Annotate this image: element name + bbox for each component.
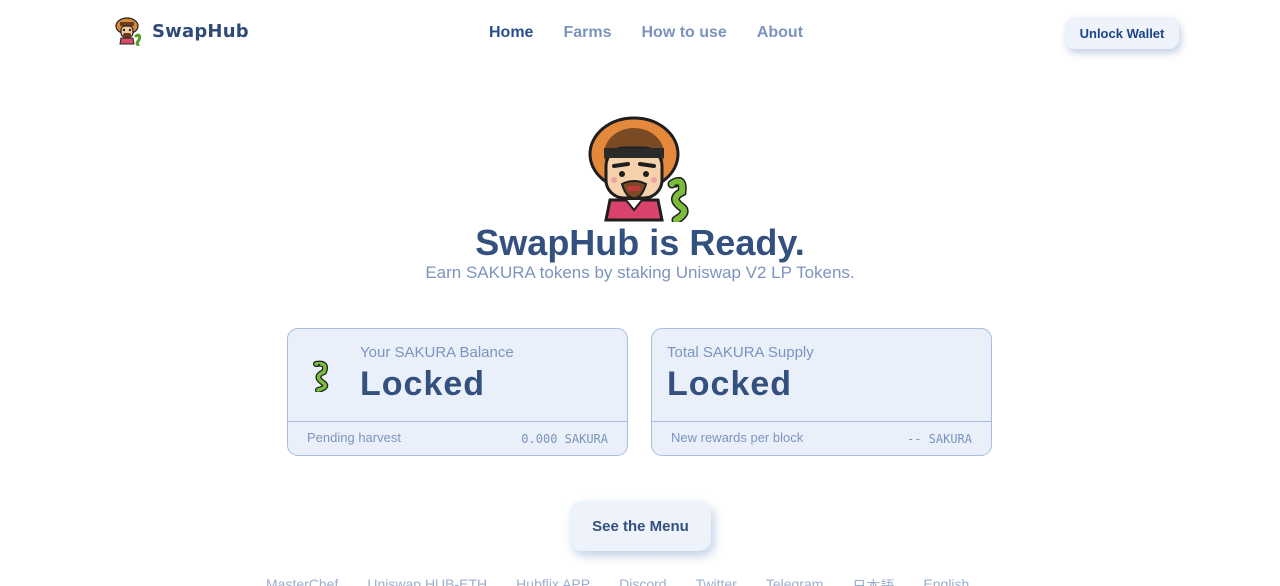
footer-link-japanese[interactable]: 日本語 <box>852 576 894 586</box>
card-main-area: Total SAKURA Supply Locked <box>652 329 991 422</box>
nav-farms[interactable]: Farms <box>563 24 611 42</box>
hero-subtitle: Earn SAKURA tokens by staking Uniswap V2… <box>425 263 855 282</box>
footer-links: MasterChef Uniswap HUB-ETH Hubflix APP D… <box>266 576 969 586</box>
balance-value: Locked <box>360 365 486 403</box>
pending-harvest-label: Pending harvest <box>307 430 401 445</box>
footer-link-uniswap[interactable]: Uniswap HUB-ETH <box>367 576 487 586</box>
brand-name: SwapHub <box>152 20 249 42</box>
card-main-area: Your SAKURA Balance Locked <box>288 329 627 422</box>
nav-how-to-use[interactable]: How to use <box>641 24 726 42</box>
hero-mascot-illustration <box>588 116 689 222</box>
nav-home[interactable]: Home <box>489 24 533 42</box>
nav-about[interactable]: About <box>757 24 803 42</box>
footer-link-telegram[interactable]: Telegram <box>766 576 824 586</box>
sakura-supply-card: Total SAKURA Supply Locked New rewards p… <box>651 328 992 456</box>
balance-label: Your SAKURA Balance <box>360 344 514 361</box>
pending-harvest-value: 0.000 SAKURA <box>521 432 608 446</box>
snake-icon <box>313 360 329 392</box>
footer-link-twitter[interactable]: Twitter <box>696 576 737 586</box>
rewards-per-block-label: New rewards per block <box>671 430 804 445</box>
supply-label: Total SAKURA Supply <box>667 344 814 361</box>
sakura-balance-card: Your SAKURA Balance Locked Pending harve… <box>287 328 628 456</box>
footer-link-hubflix[interactable]: Hubflix APP <box>516 576 590 586</box>
mascot-logo-icon <box>115 17 142 46</box>
footer-link-masterchef[interactable]: MasterChef <box>266 576 338 586</box>
supply-value: Locked <box>667 365 793 403</box>
see-the-menu-button[interactable]: See the Menu <box>570 501 711 551</box>
top-navigation-bar: SwapHub Home Farms How to use About Unlo… <box>0 0 1280 66</box>
unlock-wallet-button[interactable]: Unlock Wallet <box>1065 17 1179 49</box>
footer-link-discord[interactable]: Discord <box>619 576 666 586</box>
footer-link-english[interactable]: English <box>923 576 969 586</box>
main-nav: Home Farms How to use About <box>489 24 803 42</box>
brand-logo[interactable]: SwapHub <box>114 16 249 46</box>
hero-title: SwapHub is Ready. <box>475 222 805 263</box>
rewards-per-block-value: -- SAKURA <box>906 432 972 446</box>
